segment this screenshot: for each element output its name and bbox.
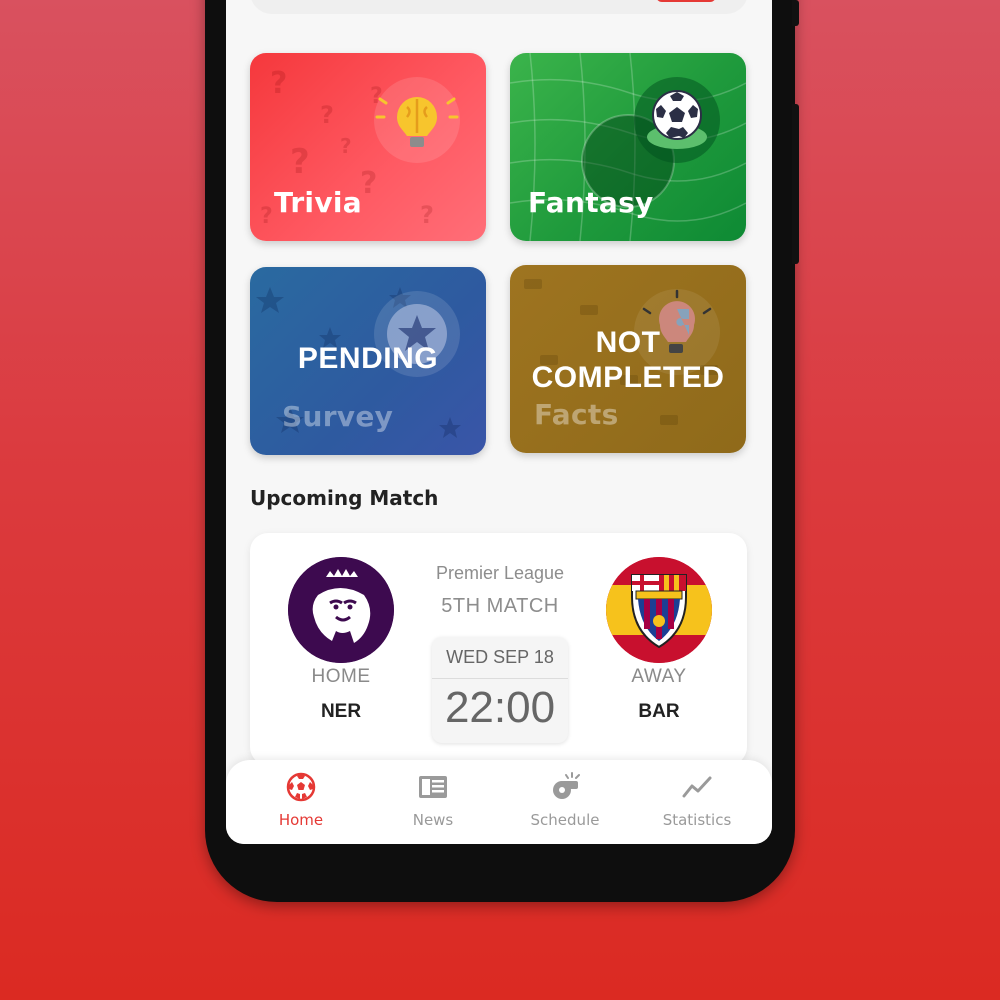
survey-status: PENDING <box>297 342 439 375</box>
phone-side-button-top <box>792 0 799 26</box>
match-time: 22:00 <box>444 683 556 732</box>
fantasy-card[interactable]: Fantasy <box>510 53 746 241</box>
nav-news[interactable]: News <box>373 760 493 844</box>
nav-home-label: Home <box>278 811 324 829</box>
trivia-label: Trivia <box>274 186 362 219</box>
premier-league-crest <box>288 557 394 663</box>
facts-status-line1: NOT <box>595 326 661 359</box>
app-screen: ? ? ? ? ? ? ? ? Trivia Fantasy PENDING S… <box>226 0 772 844</box>
barcelona-crest <box>606 557 712 663</box>
fantasy-icon-circle <box>634 77 720 163</box>
nav-statistics[interactable]: Statistics <box>637 760 757 844</box>
survey-label: Survey <box>282 400 394 433</box>
newspaper-icon <box>419 776 447 798</box>
facts-status: NOT COMPLETED <box>510 325 746 395</box>
away-team-code: BAR <box>638 701 680 722</box>
svg-text:?: ? <box>360 166 377 201</box>
whistle-icon <box>553 772 580 799</box>
svg-text:?: ? <box>420 201 434 229</box>
match-datetime-box: WED SEP 18 22:00 <box>432 637 568 743</box>
nav-news-label: News <box>412 811 454 829</box>
top-header-bar <box>250 0 748 14</box>
svg-text:?: ? <box>290 142 310 182</box>
svg-text:?: ? <box>320 101 334 129</box>
league-name: Premier League <box>435 563 565 583</box>
soccer-ball-icon <box>647 90 707 149</box>
home-team-code: NER <box>320 701 362 722</box>
svg-text:?: ? <box>260 204 273 229</box>
nav-schedule[interactable]: Schedule <box>505 760 625 844</box>
nav-schedule-label: Schedule <box>530 811 600 829</box>
facts-card[interactable]: NOT COMPLETED Facts <box>510 265 746 453</box>
datebox-divider <box>432 678 568 679</box>
lion-crest-icon <box>288 557 394 663</box>
facts-label: Facts <box>534 398 619 431</box>
nav-home[interactable]: Home <box>241 760 361 844</box>
phone-side-button <box>792 104 799 264</box>
away-label: AWAY <box>631 666 687 687</box>
upcoming-match-heading: Upcoming Match <box>250 486 439 510</box>
fcb-crest-icon <box>606 557 712 663</box>
header-badge <box>656 0 716 2</box>
survey-card[interactable]: PENDING Survey <box>250 267 486 455</box>
svg-text:?: ? <box>270 66 287 101</box>
fantasy-label: Fantasy <box>528 186 654 219</box>
svg-text:?: ? <box>340 134 352 158</box>
nav-statistics-label: Statistics <box>662 811 732 829</box>
match-number: 5TH MATCH <box>441 595 559 617</box>
brain-bulb-icon <box>375 97 459 147</box>
trend-line-icon <box>682 776 712 798</box>
bottom-navigation: Home News Schedule Statistics <box>226 760 772 844</box>
facts-status-line2: COMPLETED <box>531 361 725 394</box>
trivia-icon-circle <box>374 77 460 163</box>
match-date: WED SEP 18 <box>446 647 554 667</box>
upcoming-match-card[interactable]: HOME NER Premier League 5TH MATCH WED SE… <box>250 533 747 765</box>
trivia-card[interactable]: ? ? ? ? ? ? ? ? Trivia <box>250 53 486 241</box>
home-label: HOME <box>311 666 371 687</box>
soccer-ball-icon <box>286 772 316 802</box>
